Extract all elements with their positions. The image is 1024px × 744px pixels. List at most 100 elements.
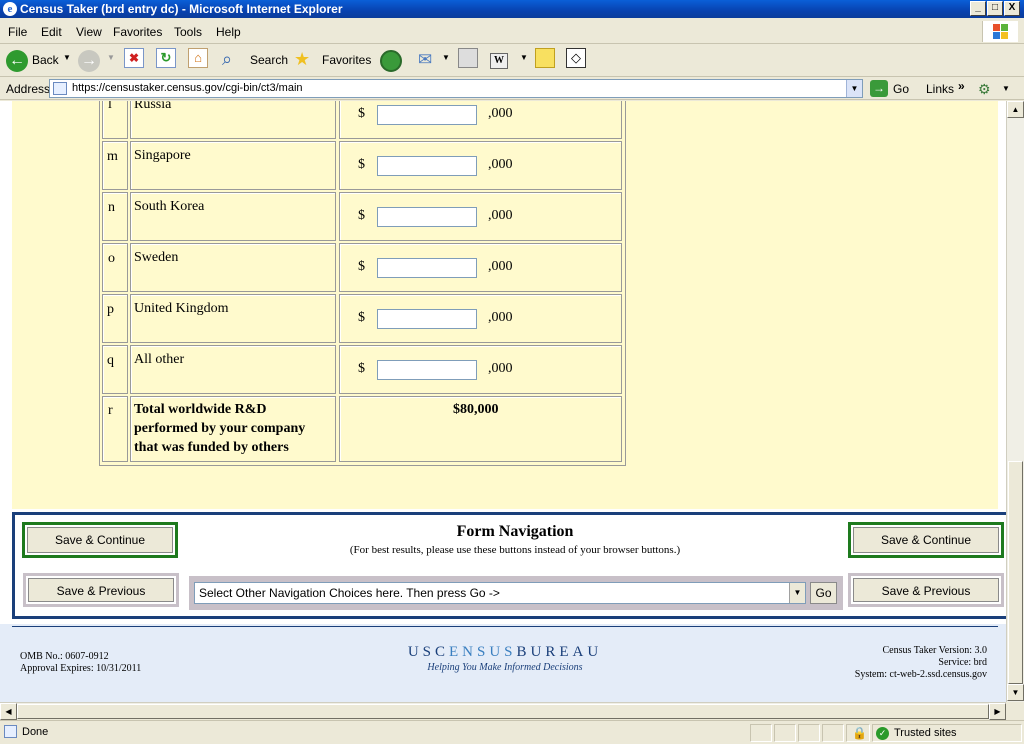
- save-previous-label: Save & Previous: [28, 578, 174, 602]
- messenger-icon[interactable]: ◇: [566, 48, 586, 68]
- thousands-suffix: ,000: [488, 157, 513, 172]
- vertical-scroll-thumb[interactable]: [1008, 461, 1023, 684]
- row-country-south-korea: South Korea: [134, 199, 205, 214]
- forward-button[interactable]: → ▼: [76, 49, 116, 73]
- back-dropdown-icon[interactable]: ▼: [63, 53, 71, 62]
- save-continue-label: Save & Continue: [853, 527, 999, 553]
- amount-input-united-kingdom[interactable]: [377, 309, 477, 329]
- menu-view[interactable]: View: [76, 25, 102, 39]
- total-label-line2: performed by your company: [134, 421, 306, 436]
- nav-choices-select[interactable]: Select Other Navigation Choices here. Th…: [194, 582, 806, 604]
- row-country-singapore: Singapore: [134, 148, 191, 163]
- history-icon[interactable]: [380, 50, 402, 72]
- menu-favorites[interactable]: Favorites: [113, 25, 162, 39]
- menu-help[interactable]: Help: [216, 25, 241, 39]
- security-zone-text: Trusted sites: [894, 727, 957, 739]
- row-letter: m: [107, 149, 118, 164]
- favorites-button[interactable]: ★ Favorites: [294, 49, 372, 73]
- menu-tools[interactable]: Tools: [174, 25, 202, 39]
- row-country-all-other: All other: [134, 352, 185, 367]
- scroll-right-icon[interactable]: ▶: [989, 703, 1006, 720]
- nav-go-button[interactable]: Go: [810, 582, 837, 604]
- home-icon[interactable]: ⌂: [188, 48, 208, 68]
- amount-input-sweden[interactable]: [377, 258, 477, 278]
- row-letter: q: [107, 353, 114, 368]
- page-icon: [53, 82, 67, 95]
- scroll-left-icon[interactable]: ◀: [0, 703, 17, 720]
- form-navigation: Save & Continue Save & Previous Form Nav…: [12, 512, 1006, 619]
- windows-logo: [982, 21, 1018, 42]
- forward-dropdown-icon[interactable]: ▼: [107, 53, 115, 62]
- row-letter: o: [108, 251, 115, 266]
- address-bar: Address https://censustaker.census.gov/c…: [0, 78, 1024, 100]
- total-label-line1: Total worldwide R&D: [134, 402, 267, 417]
- row-country-united-kingdom: United Kingdom: [134, 301, 229, 316]
- toolbar-extra-icon[interactable]: ⚙: [978, 81, 991, 98]
- logo-text-right: BUREAU: [516, 644, 603, 660]
- title-bar: e Census Taker (brd entry dc) - Microsof…: [0, 0, 1024, 18]
- windows-flag-icon: [993, 24, 1009, 39]
- service-text: Service: brd: [938, 657, 987, 668]
- census-bureau-logo: USCENSUSBUREAU Helping You Make Informed…: [390, 644, 620, 673]
- toolbar: ← Back ▼ → ▼ ✖ ↻ ⌂ ⌕ Search ★ Favorites …: [0, 45, 1024, 77]
- maximize-button[interactable]: □: [987, 1, 1003, 16]
- amount-input-all-other[interactable]: [377, 360, 477, 380]
- address-dropdown-icon[interactable]: ▼: [846, 80, 862, 97]
- mail-button[interactable]: ✉ ▼: [418, 49, 454, 73]
- amount-input-singapore[interactable]: [377, 156, 477, 176]
- address-input[interactable]: https://censustaker.census.gov/cgi-bin/c…: [49, 79, 863, 98]
- version-text: Census Taker Version: 3.0: [882, 645, 987, 656]
- page-content: l Russia $ ,000 m Singapore $ ,000 n Sou…: [0, 101, 1006, 702]
- back-button[interactable]: ← Back ▼: [4, 49, 74, 73]
- system-text: System: ct-web-2.ssd.census.gov: [854, 669, 987, 680]
- select-dropdown-icon[interactable]: ▼: [789, 583, 805, 603]
- status-text: Done: [22, 726, 49, 738]
- horizontal-scroll-thumb[interactable]: [17, 704, 989, 719]
- edit-button[interactable]: W ▼: [490, 49, 528, 73]
- menu-bar: File Edit View Favorites Tools Help: [0, 19, 1024, 44]
- amount-input-south-korea[interactable]: [377, 207, 477, 227]
- save-previous-button-left[interactable]: Save & Previous: [23, 573, 179, 607]
- approval-expires: Approval Expires: 10/31/2011: [20, 663, 142, 674]
- extra-dropdown-icon[interactable]: ▼: [1002, 84, 1010, 93]
- thousands-suffix: ,000: [488, 208, 513, 223]
- scroll-up-icon[interactable]: ▲: [1007, 101, 1024, 118]
- links-button[interactable]: Links: [926, 82, 954, 96]
- logo-text-mid: ENSUS: [449, 644, 517, 660]
- status-bar: Done 🔒 ✓ Trusted sites: [0, 720, 1024, 744]
- thousands-suffix: ,000: [488, 361, 513, 376]
- address-url[interactable]: https://censustaker.census.gov/cgi-bin/c…: [72, 82, 303, 94]
- save-continue-button-right[interactable]: Save & Continue: [848, 522, 1004, 558]
- minimize-button[interactable]: _: [970, 1, 986, 16]
- search-label: Search: [250, 53, 289, 67]
- scroll-down-icon[interactable]: ▼: [1007, 684, 1024, 701]
- vertical-scrollbar[interactable]: ▲ ▼: [1006, 101, 1024, 702]
- menu-edit[interactable]: Edit: [41, 25, 62, 39]
- save-previous-button-right[interactable]: Save & Previous: [848, 573, 1004, 607]
- favorites-label: Favorites: [322, 53, 372, 67]
- stop-icon[interactable]: ✖: [124, 48, 144, 68]
- address-go-button[interactable]: Go: [893, 82, 909, 96]
- currency-symbol: $: [358, 259, 365, 274]
- search-icon: ⌕: [222, 49, 233, 69]
- horizontal-scrollbar[interactable]: ◀ ▶: [0, 702, 1006, 720]
- row-letter: r: [108, 403, 113, 418]
- total-amount: $80,000: [453, 402, 499, 417]
- window-title: Census Taker (brd entry dc) - Microsoft …: [20, 2, 343, 16]
- row-country-russia: Russia: [134, 101, 172, 112]
- print-icon[interactable]: [458, 48, 478, 68]
- page-footer: OMB No.: 0607-0912 Approval Expires: 10/…: [0, 624, 1006, 702]
- links-chevron-icon[interactable]: »: [958, 79, 965, 93]
- menu-file[interactable]: File: [8, 25, 27, 39]
- search-button[interactable]: ⌕ Search: [222, 49, 288, 73]
- go-arrow-icon[interactable]: →: [870, 80, 888, 97]
- amount-input-russia[interactable]: [377, 105, 477, 125]
- refresh-icon[interactable]: ↻: [156, 48, 176, 68]
- nav-select-wrapper: Select Other Navigation Choices here. Th…: [189, 576, 843, 610]
- scroll-corner: [1006, 702, 1024, 720]
- close-button[interactable]: X: [1004, 1, 1020, 16]
- mail-icon: ✉: [418, 50, 433, 69]
- word-icon: W: [490, 53, 508, 69]
- discuss-icon[interactable]: [535, 48, 555, 68]
- footer-divider: [12, 626, 998, 627]
